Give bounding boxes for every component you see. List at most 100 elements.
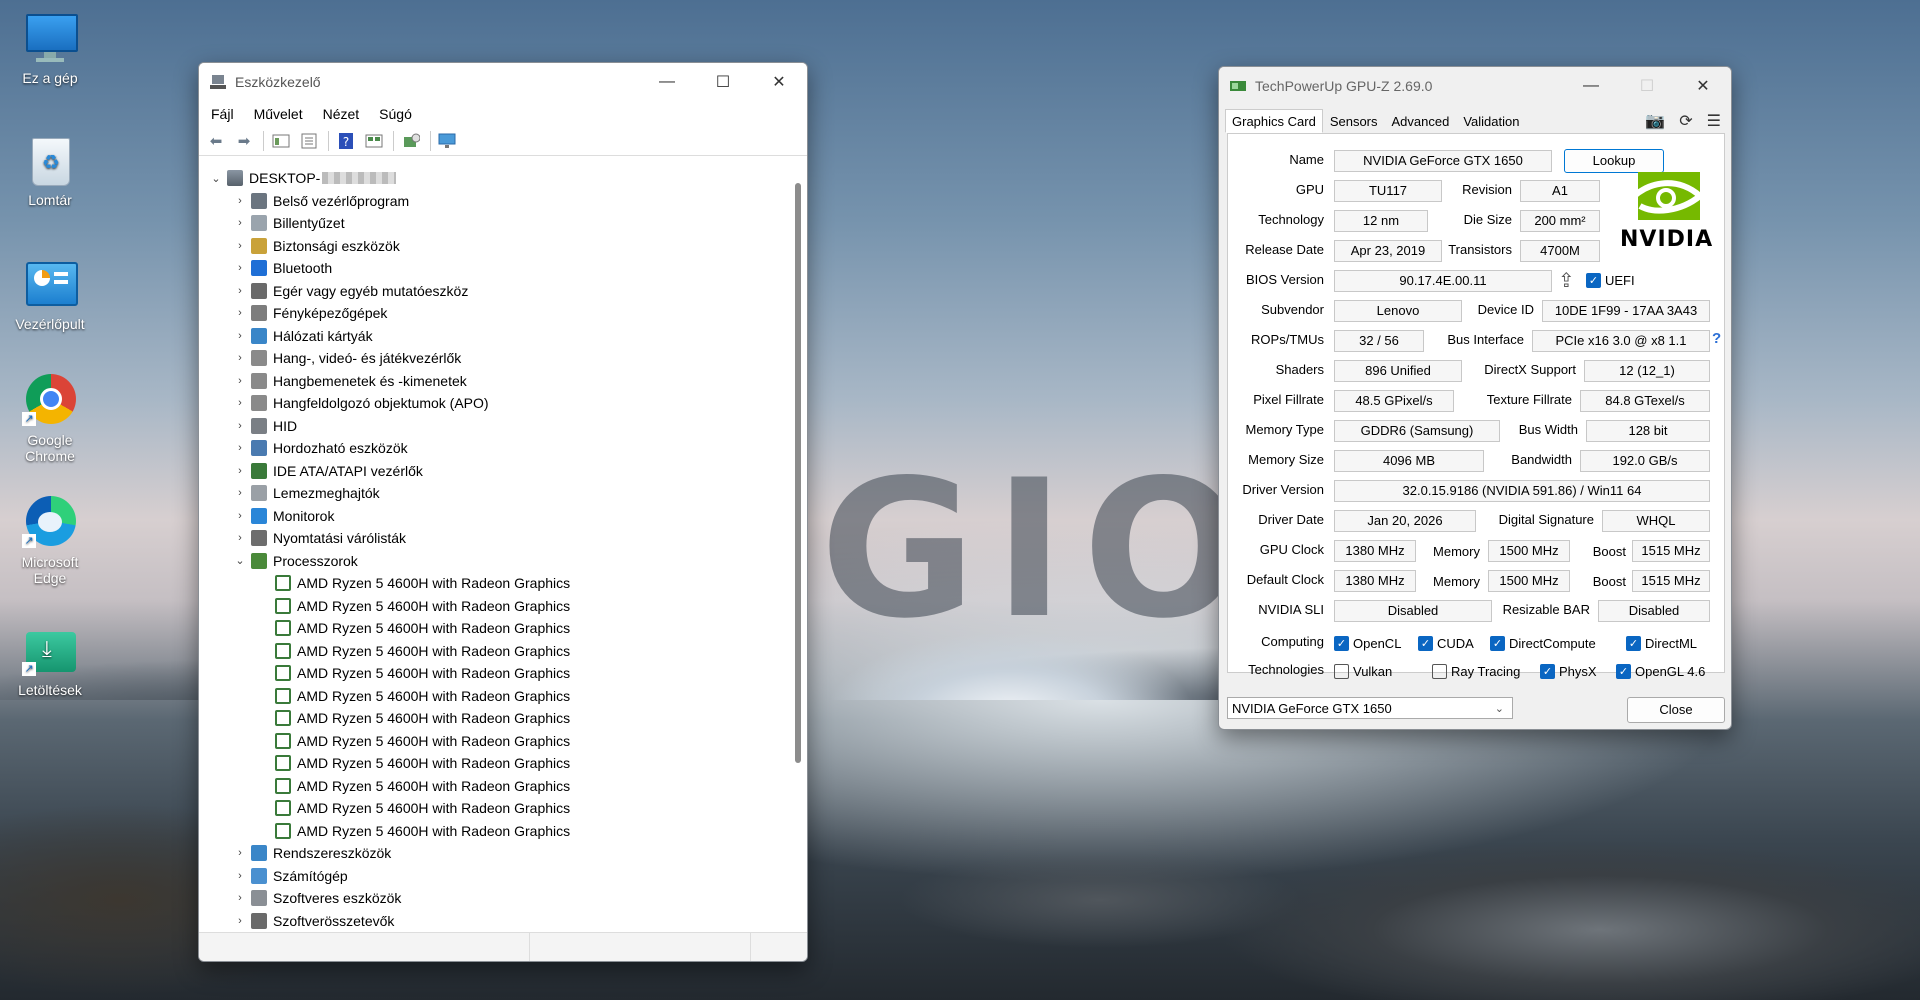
lookup-button[interactable]: Lookup bbox=[1564, 149, 1664, 173]
checkbox-ray-tracing[interactable]: Ray Tracing bbox=[1432, 664, 1520, 679]
field-pixel-fillrate[interactable]: 48.5 GPixel/s bbox=[1334, 390, 1454, 412]
chevron-down-icon[interactable]: ⌄ bbox=[233, 554, 247, 567]
field-gpu-boost[interactable]: 1515 MHz bbox=[1632, 540, 1710, 562]
tree-category[interactable]: › Nyomtatási várólisták bbox=[199, 527, 779, 550]
field-digital-signature[interactable]: WHQL bbox=[1602, 510, 1710, 532]
tree-root[interactable]: ⌄ DESKTOP- bbox=[199, 167, 779, 190]
tree-category[interactable]: › Fényképezőgépek bbox=[199, 302, 779, 325]
tree-device-processor[interactable]: AMD Ryzen 5 4600H with Radeon Graphics bbox=[199, 752, 779, 775]
scrollbar[interactable] bbox=[795, 183, 801, 763]
field-driver-date[interactable]: Jan 20, 2026 bbox=[1334, 510, 1476, 532]
tab-validation[interactable]: Validation bbox=[1456, 109, 1526, 133]
tree-category[interactable]: › Hangbemenetek és -kimenetek bbox=[199, 370, 779, 393]
uefi-checkbox[interactable]: ✓ UEFI bbox=[1586, 273, 1635, 288]
menu-view[interactable]: Nézet bbox=[323, 106, 360, 122]
chevron-right-icon[interactable]: › bbox=[233, 847, 247, 859]
tree-device-processor[interactable]: AMD Ryzen 5 4600H with Radeon Graphics bbox=[199, 730, 779, 753]
chevron-right-icon[interactable]: › bbox=[233, 195, 247, 207]
chevron-right-icon[interactable]: › bbox=[233, 285, 247, 297]
field-subvendor[interactable]: Lenovo bbox=[1334, 300, 1462, 322]
update-driver-icon[interactable] bbox=[363, 131, 385, 151]
menu-file[interactable]: Fájl bbox=[211, 106, 234, 122]
tree-category[interactable]: › Hordozható eszközök bbox=[199, 437, 779, 460]
gpu-selector-dropdown[interactable]: NVIDIA GeForce GTX 1650 ⌄ bbox=[1227, 697, 1513, 719]
chevron-right-icon[interactable]: › bbox=[233, 510, 247, 522]
tree-device-processor[interactable]: AMD Ryzen 5 4600H with Radeon Graphics bbox=[199, 595, 779, 618]
forward-icon[interactable]: ➡ bbox=[233, 131, 255, 151]
tree-category[interactable]: › Rendszereszközök bbox=[199, 842, 779, 865]
minimize-button[interactable]: — bbox=[639, 63, 695, 101]
chevron-right-icon[interactable]: › bbox=[233, 240, 247, 252]
tree-category[interactable]: › Egér vagy egyéb mutatóeszköz bbox=[199, 280, 779, 303]
tree-category[interactable]: › Hangfeldolgozó objektumok (APO) bbox=[199, 392, 779, 415]
show-hide-tree-icon[interactable] bbox=[270, 131, 292, 151]
field-transistors[interactable]: 4700M bbox=[1520, 240, 1600, 262]
field-default-boost[interactable]: 1515 MHz bbox=[1632, 570, 1710, 592]
gpuz-close-button[interactable]: Close bbox=[1627, 697, 1725, 723]
tree-device-processor[interactable]: AMD Ryzen 5 4600H with Radeon Graphics bbox=[199, 820, 779, 843]
field-release-date[interactable]: Apr 23, 2019 bbox=[1334, 240, 1442, 262]
field-device-id[interactable]: 10DE 1F99 - 17AA 3A43 bbox=[1542, 300, 1710, 322]
desktop-icon-control-panel[interactable]: Vezérlőpult bbox=[10, 256, 90, 332]
tab-sensors[interactable]: Sensors bbox=[1323, 109, 1385, 133]
tree-category[interactable]: › Szoftveres eszközök bbox=[199, 887, 779, 910]
chevron-right-icon[interactable]: › bbox=[233, 532, 247, 544]
menu-help[interactable]: Súgó bbox=[379, 106, 412, 122]
field-memory-type[interactable]: GDDR6 (Samsung) bbox=[1334, 420, 1500, 442]
chevron-right-icon[interactable]: › bbox=[233, 307, 247, 319]
close-button[interactable]: ✕ bbox=[751, 63, 807, 101]
field-bios-version[interactable]: 90.17.4E.00.11 bbox=[1334, 270, 1552, 292]
close-button[interactable]: ✕ bbox=[1675, 67, 1731, 105]
tree-category[interactable]: › Bluetooth bbox=[199, 257, 779, 280]
tree-category[interactable]: › Monitorok bbox=[199, 505, 779, 528]
field-bandwidth[interactable]: 192.0 GB/s bbox=[1580, 450, 1710, 472]
tree-category[interactable]: › Hálózati kártyák bbox=[199, 325, 779, 348]
field-default-clock[interactable]: 1380 MHz bbox=[1334, 570, 1416, 592]
tree-device-processor[interactable]: AMD Ryzen 5 4600H with Radeon Graphics bbox=[199, 797, 779, 820]
chevron-right-icon[interactable]: › bbox=[233, 915, 247, 927]
field-name[interactable]: NVIDIA GeForce GTX 1650 bbox=[1334, 150, 1552, 172]
minimize-button[interactable]: — bbox=[1563, 67, 1619, 105]
tree-category[interactable]: › Billentyűzet bbox=[199, 212, 779, 235]
tree-device-processor[interactable]: AMD Ryzen 5 4600H with Radeon Graphics bbox=[199, 572, 779, 595]
maximize-button[interactable]: ☐ bbox=[695, 63, 751, 101]
device-manager-titlebar[interactable]: Eszközkezelő — ☐ ✕ bbox=[199, 63, 807, 101]
chevron-right-icon[interactable]: › bbox=[233, 465, 247, 477]
chevron-right-icon[interactable]: › bbox=[233, 487, 247, 499]
menu-action[interactable]: Művelet bbox=[254, 106, 303, 122]
back-icon[interactable]: ⬅ bbox=[205, 131, 227, 151]
tab-advanced[interactable]: Advanced bbox=[1385, 109, 1457, 133]
field-directx-support[interactable]: 12 (12_1) bbox=[1584, 360, 1710, 382]
tree-device-processor[interactable]: AMD Ryzen 5 4600H with Radeon Graphics bbox=[199, 662, 779, 685]
field-rops-tmus[interactable]: 32 / 56 bbox=[1334, 330, 1424, 352]
desktop-icon-recycle-bin[interactable]: ♻ Lomtár bbox=[10, 132, 90, 208]
chevron-right-icon[interactable]: › bbox=[233, 397, 247, 409]
desktop-icon-this-pc[interactable]: Ez a gép bbox=[10, 10, 90, 86]
desktop-icon-downloads[interactable]: ⤓ ↗ Letöltések bbox=[10, 622, 90, 698]
chevron-right-icon[interactable]: › bbox=[233, 420, 247, 432]
checkbox-vulkan[interactable]: Vulkan bbox=[1334, 664, 1392, 679]
checkbox-cuda[interactable]: ✓ CUDA bbox=[1418, 636, 1474, 651]
tree-category[interactable]: › Belső vezérlőprogram bbox=[199, 190, 779, 213]
tab-graphics-card[interactable]: Graphics Card bbox=[1225, 109, 1323, 133]
chevron-right-icon[interactable]: › bbox=[233, 870, 247, 882]
properties-icon[interactable] bbox=[298, 131, 320, 151]
bus-help-icon[interactable]: ? bbox=[1712, 330, 1721, 347]
field-die-size[interactable]: 200 mm² bbox=[1520, 210, 1600, 232]
chevron-right-icon[interactable]: › bbox=[233, 217, 247, 229]
chevron-right-icon[interactable]: › bbox=[233, 330, 247, 342]
camera-icon[interactable]: 📷 bbox=[1645, 111, 1665, 131]
tree-device-processor[interactable]: AMD Ryzen 5 4600H with Radeon Graphics bbox=[199, 775, 779, 798]
checkbox-physx[interactable]: ✓ PhysX bbox=[1540, 664, 1597, 679]
tree-category[interactable]: › Lemezmeghajtók bbox=[199, 482, 779, 505]
share-bios-icon[interactable]: ⇪ bbox=[1558, 268, 1575, 293]
field-gpu-memory[interactable]: 1500 MHz bbox=[1488, 540, 1570, 562]
desktop-icon-chrome[interactable]: ↗ Google Chrome bbox=[10, 372, 90, 464]
checkbox-opengl-4-6[interactable]: ✓ OpenGL 4.6 bbox=[1616, 664, 1705, 679]
field-memory-size[interactable]: 4096 MB bbox=[1334, 450, 1484, 472]
field-gpu-clock[interactable]: 1380 MHz bbox=[1334, 540, 1416, 562]
chevron-right-icon[interactable]: › bbox=[233, 892, 247, 904]
checkbox-opencl[interactable]: ✓ OpenCL bbox=[1334, 636, 1401, 651]
tree-category[interactable]: › Számítógép bbox=[199, 865, 779, 888]
uninstall-device-icon[interactable] bbox=[400, 131, 422, 151]
